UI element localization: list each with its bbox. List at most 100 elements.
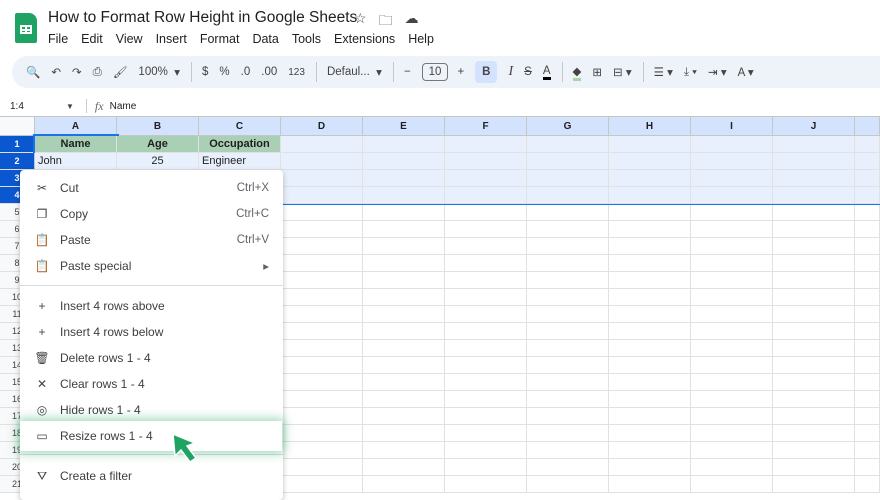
cell-d13[interactable] [281,340,363,357]
cell-c2[interactable]: Engineer [199,153,281,170]
cell-h11[interactable] [609,306,691,323]
cell-j13[interactable] [773,340,855,357]
cell-e11[interactable] [363,306,445,323]
cell-g6[interactable] [527,221,609,238]
cell-i10[interactable] [691,289,773,306]
cell-a2[interactable]: John [35,153,117,170]
column-header-e[interactable]: E [363,117,445,136]
menu-tools[interactable]: Tools [292,32,321,46]
cell-g4[interactable] [527,187,609,204]
cell-k7[interactable] [855,238,880,255]
column-header-h[interactable]: H [609,117,691,136]
italic-button[interactable]: I [508,64,513,80]
cell-h18[interactable] [609,425,691,442]
cell-d1[interactable] [281,136,363,153]
cell-e17[interactable] [363,408,445,425]
cell-e21[interactable] [363,476,445,493]
cell-f17[interactable] [445,408,527,425]
cell-h6[interactable] [609,221,691,238]
cell-k9[interactable] [855,272,880,289]
menu-edit[interactable]: Edit [81,32,103,46]
cell-g1[interactable] [527,136,609,153]
cell-j9[interactable] [773,272,855,289]
cell-h2[interactable] [609,153,691,170]
bold-button[interactable]: B [475,61,498,83]
column-header-f[interactable]: F [445,117,527,136]
cell-i17[interactable] [691,408,773,425]
print-icon[interactable]: ⎙ [93,66,102,79]
cell-d4[interactable] [281,187,363,204]
cell-i2[interactable] [691,153,773,170]
cell-j12[interactable] [773,323,855,340]
cell-f14[interactable] [445,357,527,374]
cell-i9[interactable] [691,272,773,289]
cell-e1[interactable] [363,136,445,153]
cell-j4[interactable] [773,187,855,204]
cell-f20[interactable] [445,459,527,476]
cell-k2[interactable] [855,153,880,170]
cell-f12[interactable] [445,323,527,340]
currency-button[interactable]: $ [202,66,208,78]
menu-extensions[interactable]: Extensions [334,32,395,46]
cell-g14[interactable] [527,357,609,374]
menu-item-insert-rows-below[interactable]: + Insert 4 rows below [20,319,283,345]
cell-h21[interactable] [609,476,691,493]
cell-e10[interactable] [363,289,445,306]
cell-k8[interactable] [855,255,880,272]
cell-k17[interactable] [855,408,880,425]
percent-button[interactable]: % [219,66,229,78]
cell-f13[interactable] [445,340,527,357]
menu-item-create-filter[interactable]: ⛛ Create a filter [20,463,283,489]
cell-i4[interactable] [691,187,773,204]
text-color-button[interactable]: A [542,65,551,80]
column-header-j[interactable]: J [773,117,855,136]
column-header-b[interactable]: B [117,117,199,136]
cell-i7[interactable] [691,238,773,255]
cell-j5[interactable] [773,204,855,221]
font-select[interactable]: Defaul... ▾ [327,65,382,79]
cell-e16[interactable] [363,391,445,408]
cell-d9[interactable] [281,272,363,289]
sheets-logo[interactable] [15,13,37,43]
cell-k5[interactable] [855,204,880,221]
menu-item-paste[interactable]: 📋 Paste Ctrl+V [20,227,283,253]
undo-icon[interactable]: ↶ [51,65,61,79]
cell-h13[interactable] [609,340,691,357]
borders-icon[interactable]: ⊞ [592,65,602,79]
menu-item-cut[interactable]: ✂ Cut Ctrl+X [20,175,283,201]
menu-help[interactable]: Help [408,32,434,46]
cell-j11[interactable] [773,306,855,323]
cell-k19[interactable] [855,442,880,459]
cell-h8[interactable] [609,255,691,272]
cell-f1[interactable] [445,136,527,153]
cell-k15[interactable] [855,374,880,391]
cell-i18[interactable] [691,425,773,442]
cell-g11[interactable] [527,306,609,323]
cell-i3[interactable] [691,170,773,187]
cell-i20[interactable] [691,459,773,476]
cell-k16[interactable] [855,391,880,408]
cell-e19[interactable] [363,442,445,459]
cell-g16[interactable] [527,391,609,408]
cell-j8[interactable] [773,255,855,272]
cell-f21[interactable] [445,476,527,493]
cell-f18[interactable] [445,425,527,442]
column-header-g[interactable]: G [527,117,609,136]
menu-item-insert-rows-above[interactable]: + Insert 4 rows above [20,293,283,319]
cell-h1[interactable] [609,136,691,153]
strikethrough-button[interactable]: S [524,66,532,78]
cell-i11[interactable] [691,306,773,323]
cell-j3[interactable] [773,170,855,187]
cell-d12[interactable] [281,323,363,340]
cell-d6[interactable] [281,221,363,238]
cell-f7[interactable] [445,238,527,255]
cell-e3[interactable] [363,170,445,187]
cell-i5[interactable] [691,204,773,221]
cell-e14[interactable] [363,357,445,374]
cell-j21[interactable] [773,476,855,493]
cell-j7[interactable] [773,238,855,255]
cell-i13[interactable] [691,340,773,357]
cell-f6[interactable] [445,221,527,238]
cell-i19[interactable] [691,442,773,459]
cell-e4[interactable] [363,187,445,204]
